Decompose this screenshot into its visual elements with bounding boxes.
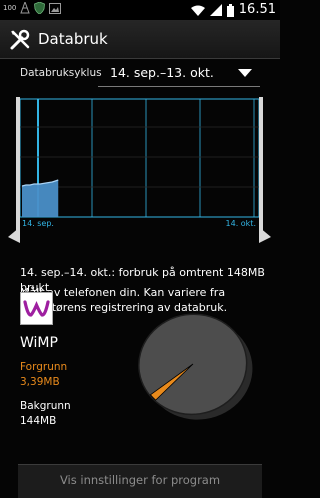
cycle-label: Databruksyklus: [20, 67, 102, 79]
x-axis-start-label: 14. sep.: [22, 219, 54, 228]
status-bar: 100 16.51: [0, 0, 280, 20]
system-indicators: 16.51: [190, 2, 276, 17]
cycle-dropdown[interactable]: 14. sep.–13. okt.: [98, 60, 260, 87]
action-bar: Databruk: [0, 20, 280, 59]
usage-chart: 14. sep. 14. okt.: [8, 97, 271, 243]
chevron-down-icon: [238, 69, 252, 77]
x-axis-end-label: 14. okt.: [226, 219, 256, 228]
notification-count: 100: [3, 4, 17, 12]
notification-icons: 100: [3, 2, 62, 14]
wimp-app-icon[interactable]: [20, 292, 53, 325]
clock: 16.51: [238, 2, 276, 17]
wimp-logo-icon: [21, 293, 52, 324]
vlc-cone-icon: [20, 2, 31, 14]
background-label: Bakgrunn: [20, 400, 71, 412]
signal-icon: [209, 4, 222, 16]
app-name: WiMP: [20, 335, 58, 351]
wrench-screwdriver-icon[interactable]: [9, 29, 31, 51]
end-handle[interactable]: [259, 97, 271, 243]
cycle-selected-value: 14. sep.–13. okt.: [110, 65, 214, 80]
image-icon: [49, 2, 62, 14]
foreground-label: Forgrunn: [20, 361, 68, 373]
start-handle[interactable]: [8, 97, 20, 243]
shield-icon: [34, 2, 46, 14]
usage-pie-chart: [138, 313, 253, 420]
wifi-icon: [190, 5, 205, 16]
app-settings-label: Vis innstillinger for program: [59, 473, 221, 487]
app-settings-button[interactable]: Vis innstillinger for program: [18, 464, 262, 498]
battery-icon: [226, 3, 234, 17]
page-title: Databruk: [38, 30, 108, 48]
background-value: 144MB: [20, 415, 57, 427]
foreground-value: 3,39MB: [20, 376, 60, 388]
